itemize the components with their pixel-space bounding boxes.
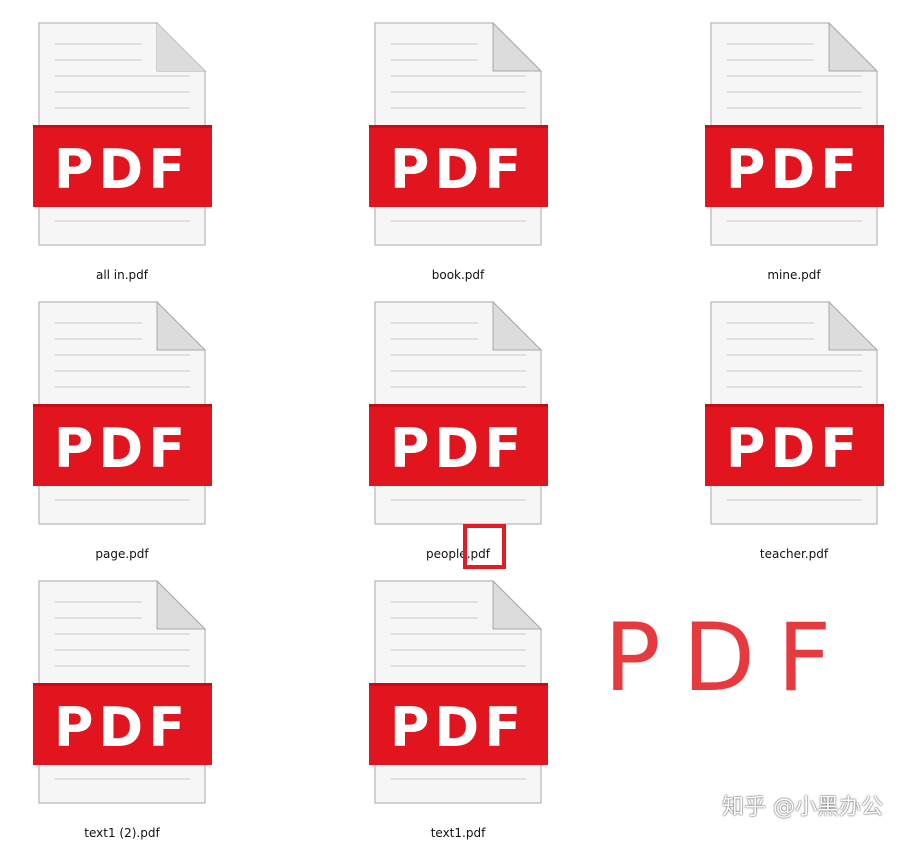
file-item-page-pdf[interactable]: PDF page.pdf <box>22 301 222 571</box>
pdf-annotation-label: PDF <box>604 604 854 713</box>
pdf-badge-text: PDF <box>390 696 526 759</box>
file-name-label: page.pdf <box>95 547 149 561</box>
pdf-file-icon: PDF <box>22 22 222 282</box>
file-name-label: book.pdf <box>431 268 485 282</box>
pdf-file-icon: PDF <box>358 580 558 840</box>
file-name-label: teacher.pdf <box>759 547 829 561</box>
pdf-badge-text: PDF <box>726 417 862 480</box>
file-item-all-in-pdf[interactable]: PDF all in.pdf <box>22 22 222 292</box>
file-name-label: text1.pdf <box>430 826 486 840</box>
extension-highlight-box <box>463 524 506 569</box>
file-name-label: mine.pdf <box>767 268 821 282</box>
pdf-file-icon: PDF <box>358 22 558 282</box>
file-grid: PDF all in.pdf PDF book.pdf PDF mine.pdf… <box>0 0 905 840</box>
pdf-badge-text: PDF <box>726 138 862 201</box>
file-name-label: people.pdf <box>426 547 490 561</box>
pdf-file-icon: PDF <box>358 301 558 561</box>
file-item-text1-pdf[interactable]: PDF text1.pdf <box>358 580 558 850</box>
file-item-mine-pdf[interactable]: PDF mine.pdf <box>694 22 894 292</box>
pdf-badge-text: PDF <box>390 138 526 201</box>
file-item-teacher-pdf[interactable]: PDF teacher.pdf <box>694 301 894 571</box>
pdf-badge-text: PDF <box>54 417 190 480</box>
pdf-file-icon: PDF <box>22 580 222 840</box>
pdf-badge-text: PDF <box>54 696 190 759</box>
file-item-people-pdf[interactable]: PDF people.pdf <box>358 301 558 571</box>
file-name-label: all in.pdf <box>95 268 149 282</box>
file-item-book-pdf[interactable]: PDF book.pdf <box>358 22 558 292</box>
pdf-file-icon: PDF <box>694 22 894 282</box>
pdf-badge-text: PDF <box>54 138 190 201</box>
file-item-text1-2-pdf[interactable]: PDF text1 (2).pdf <box>22 580 222 850</box>
pdf-file-icon: PDF <box>694 301 894 561</box>
pdf-badge-text: PDF <box>390 417 526 480</box>
file-name-label: text1 (2).pdf <box>84 826 160 840</box>
pdf-file-icon: PDF <box>22 301 222 561</box>
watermark: 知乎 @小黑办公 <box>722 795 883 820</box>
